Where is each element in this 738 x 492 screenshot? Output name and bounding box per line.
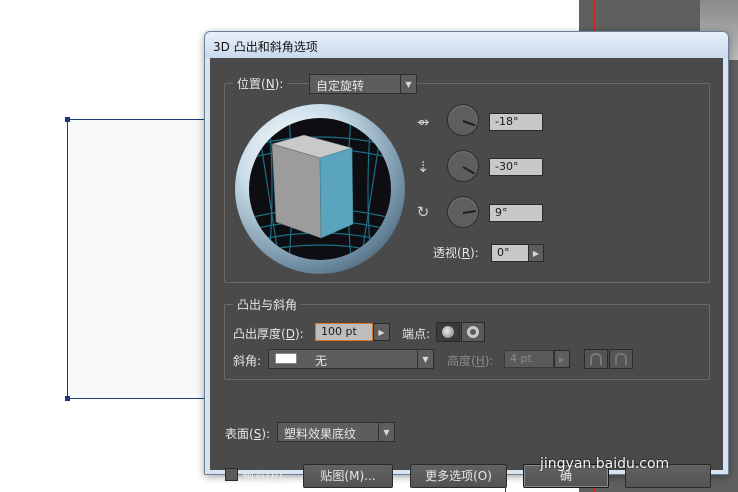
map-art-button[interactable]: 贴图(M)... xyxy=(303,464,393,488)
perspective-arrow-button[interactable]: ▶ xyxy=(528,244,544,262)
cube-right-face xyxy=(319,147,354,239)
bevel-height-input[interactable]: 4 pt xyxy=(504,350,554,368)
perspective-input[interactable]: 0° xyxy=(491,244,529,262)
extrude-depth-input[interactable]: 100 pt xyxy=(315,323,373,341)
y-rotation-input[interactable]: -30° xyxy=(489,158,543,176)
bevel-label: 斜角: xyxy=(233,354,262,368)
surface-value: 塑料效果底纹 xyxy=(284,427,357,441)
cap-on-icon xyxy=(442,326,454,338)
position-group: 位置(N): 自定旋转 ▼ ⇴ -18° ⇣ -30° ↻ 9° 透视(R): … xyxy=(224,74,710,283)
preview-checkbox[interactable] xyxy=(225,468,238,481)
dial-needle xyxy=(462,120,476,127)
chevron-down-icon: ▼ xyxy=(417,350,433,368)
dial-needle xyxy=(462,209,476,214)
dialog-titlebar[interactable]: 3D 凸出和斜角选项 xyxy=(205,32,728,58)
bevel-in-icon xyxy=(615,353,627,365)
dialog-title: 3D 凸出和斜角选项 xyxy=(213,40,318,54)
rotate-z-icon: ↻ xyxy=(416,203,430,221)
position-preset-value: 自定旋转 xyxy=(316,79,365,93)
dial-needle xyxy=(462,166,475,175)
selected-rectangle[interactable] xyxy=(65,117,209,401)
bevel-out-icon xyxy=(590,353,602,365)
track-cube-preview[interactable] xyxy=(235,104,405,274)
surface-label-text: 表面(S): xyxy=(225,427,271,441)
extrude-bevel-group: 凸出与斜角 凸出厚度(D): 100 pt ▶ 端点: 斜角: 无 ▼ 高度(H… xyxy=(224,296,710,380)
x-rotation-input[interactable]: -18° xyxy=(489,113,543,131)
extrude-depth-arrow-button[interactable]: ▶ xyxy=(373,323,390,341)
chevron-down-icon: ▼ xyxy=(378,423,394,441)
position-preset-dropdown[interactable]: 自定旋转 ▼ xyxy=(309,74,417,94)
z-rotation-input[interactable]: 9° xyxy=(489,204,543,222)
extrude-depth-label: 凸出厚度(D): xyxy=(233,327,304,341)
perspective-label: 透视(R): xyxy=(433,246,479,260)
cap-label: 端点: xyxy=(402,327,431,341)
cube-preview-graphic xyxy=(249,118,391,260)
extrude-bevel-dialog: 3D 凸出和斜角选项 位置(N): 自定旋转 ▼ ⇴ -18° ⇣ -30° ↻… xyxy=(204,31,729,488)
more-options-button[interactable]: 更多选项(O) xyxy=(410,464,507,488)
cap-off-button[interactable] xyxy=(461,322,485,342)
bevel-height-arrow-button[interactable]: ▶ xyxy=(554,350,570,368)
bevel-value: 无 xyxy=(315,354,328,368)
extrude-bevel-title: 凸出与斜角 xyxy=(233,296,302,313)
preview-sphere xyxy=(249,118,391,260)
position-label: 位置(N): xyxy=(233,75,288,92)
chevron-down-icon: ▼ xyxy=(400,75,416,93)
dialog-body: 位置(N): 自定旋转 ▼ ⇴ -18° ⇣ -30° ↻ 9° 透视(R): … xyxy=(210,58,723,488)
bevel-out-button[interactable] xyxy=(584,349,608,369)
watermark: jingyan.baidu.com xyxy=(540,456,670,472)
surface-dropdown[interactable]: 塑料效果底纹 ▼ xyxy=(277,422,395,442)
bevel-dropdown[interactable]: 无 ▼ xyxy=(268,349,434,369)
bevel-in-button[interactable] xyxy=(609,349,633,369)
bevel-swatch xyxy=(275,353,297,364)
x-rotation-dial[interactable] xyxy=(447,104,479,136)
rotate-x-icon: ⇴ xyxy=(416,113,430,131)
preview-label: 预览(P) xyxy=(242,469,283,483)
cap-on-button[interactable] xyxy=(436,322,460,342)
z-rotation-dial[interactable] xyxy=(447,196,479,228)
bevel-height-label: 高度(H): xyxy=(447,354,494,368)
y-rotation-dial[interactable] xyxy=(447,150,479,182)
rotate-y-icon: ⇣ xyxy=(416,158,430,176)
cap-off-icon xyxy=(467,326,479,338)
